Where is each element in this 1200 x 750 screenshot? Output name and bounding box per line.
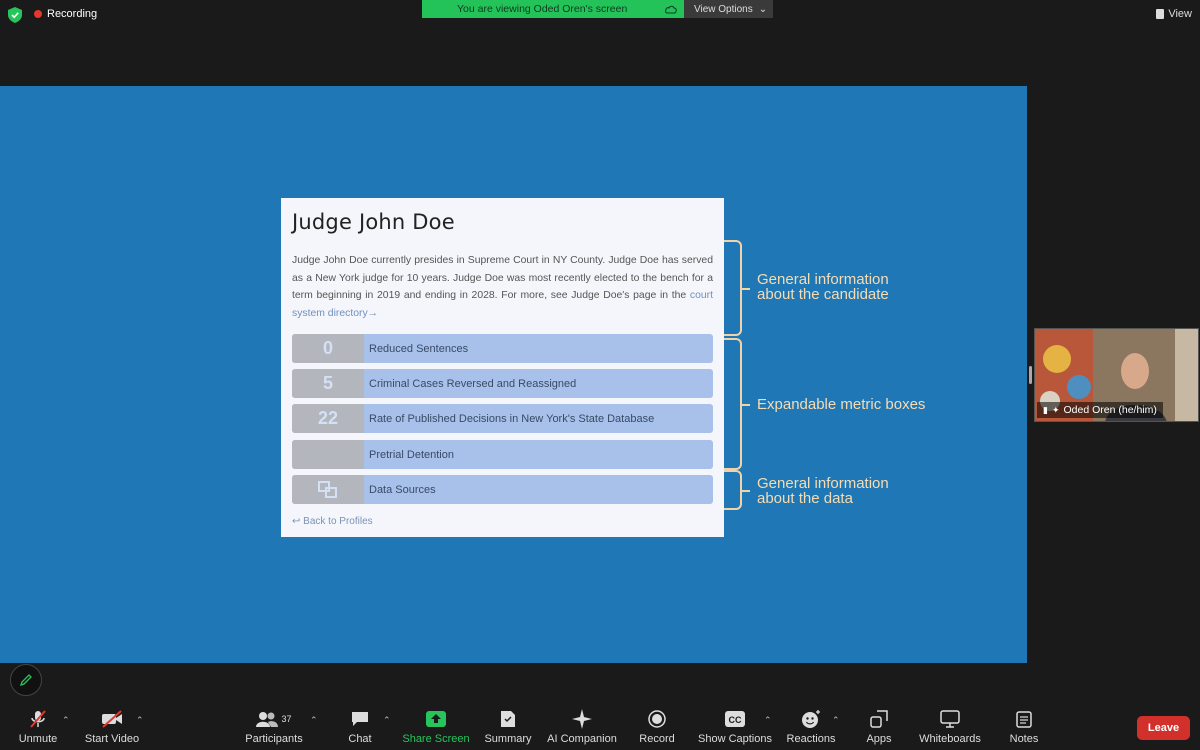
whiteboard-icon	[940, 708, 960, 730]
captions-cc-icon: CC	[725, 708, 745, 730]
chat-icon	[351, 708, 369, 730]
metric-box[interactable]: Data Sources	[292, 475, 713, 504]
apps-icon	[870, 708, 888, 730]
metric-box[interactable]: 22 Rate of Published Decisions in New Yo…	[292, 404, 713, 433]
participants-button[interactable]: 37 Participants	[244, 706, 304, 750]
notes-label: Notes	[1009, 733, 1039, 745]
panel-resize-handle[interactable]	[1029, 366, 1032, 384]
metric-number: 5	[292, 369, 364, 398]
start-video-button[interactable]: Start Video	[84, 706, 140, 750]
notes-icon	[1016, 708, 1032, 730]
reactions-button[interactable]: Reactions	[786, 706, 836, 750]
layout-icon	[1156, 9, 1165, 19]
pin-icon: ✦	[1051, 404, 1060, 415]
captions-options-caret-icon[interactable]: ⌃	[764, 715, 772, 726]
metric-label: Pretrial Detention	[369, 448, 454, 461]
pencil-icon	[19, 674, 32, 687]
view-button[interactable]: View	[1156, 8, 1192, 20]
bracket-general-info	[724, 240, 750, 336]
chat-options-caret-icon[interactable]: ⌃	[383, 715, 391, 726]
participant-name: Oded Oren (he/him)	[1063, 404, 1157, 416]
apps-label: Apps	[866, 733, 892, 745]
whiteboards-label: Whiteboards	[919, 733, 981, 745]
viewing-screen-banner: You are viewing Oded Oren's screen	[422, 0, 684, 18]
chat-label: Chat	[348, 733, 372, 745]
video-off-icon	[100, 708, 124, 730]
muted-mic-icon	[28, 708, 48, 730]
viewing-label: You are viewing Oded Oren's screen	[457, 3, 628, 15]
summary-button[interactable]: Summary	[484, 706, 532, 750]
video-options-caret-icon[interactable]: ⌃	[136, 715, 144, 726]
card-title: Judge John Doe	[292, 210, 455, 234]
show-captions-button[interactable]: CC Show Captions	[698, 706, 772, 750]
metric-box[interactable]: 5 Criminal Cases Reversed and Reassigned	[292, 369, 713, 398]
leave-button[interactable]: Leave	[1137, 716, 1190, 740]
judge-profile-card: Judge John Doe Judge John Doe currently …	[281, 198, 724, 537]
record-icon	[648, 708, 666, 730]
share-screen-icon	[426, 708, 446, 730]
participants-icon: 37	[256, 708, 292, 730]
ai-companion-button[interactable]: AI Companion	[546, 706, 618, 750]
participant-name-tag: ▮ ✦ Oded Oren (he/him)	[1037, 402, 1163, 418]
reactions-smiley-icon	[801, 708, 821, 730]
bracket-metric-boxes	[724, 338, 750, 470]
whiteboards-button[interactable]: Whiteboards	[918, 706, 982, 750]
metric-label: Criminal Cases Reversed and Reassigned	[369, 377, 577, 390]
chevron-down-icon: ⌄	[758, 3, 768, 15]
chat-button[interactable]: Chat	[344, 706, 376, 750]
annotation-general-info: General information about the candidate	[757, 271, 889, 303]
metric-number: 22	[292, 404, 364, 433]
apps-button[interactable]: Apps	[862, 706, 896, 750]
metric-label: Data Sources	[369, 483, 436, 496]
metric-number	[292, 440, 364, 469]
start-video-label: Start Video	[84, 733, 140, 745]
meeting-toolbar: Unmute ⌃ Start Video ⌃ 37 Participants ⌃…	[0, 706, 1200, 750]
ai-sparkle-icon	[572, 708, 592, 730]
view-options-dropdown[interactable]: View Options ⌄	[684, 0, 773, 18]
back-to-profiles-link[interactable]: ↩ Back to Profiles	[292, 516, 373, 527]
notes-button[interactable]: Notes	[1006, 706, 1042, 750]
participants-label: Participants	[245, 733, 303, 745]
data-sources-icon	[318, 480, 337, 498]
unmute-label: Unmute	[18, 733, 58, 745]
shared-screen-slide: Judge John Doe Judge John Doe currently …	[0, 86, 1027, 663]
record-label: Record	[639, 733, 675, 745]
annotate-pencil-button[interactable]	[10, 664, 42, 696]
participant-video-tile[interactable]: ▮ ✦ Oded Oren (he/him)	[1034, 328, 1199, 422]
view-label: View	[1168, 8, 1192, 20]
metric-number: 0	[292, 334, 364, 363]
unmute-button[interactable]: Unmute	[16, 706, 60, 750]
reactions-label: Reactions	[786, 733, 836, 745]
metric-box[interactable]: Pretrial Detention	[292, 440, 713, 469]
participants-count: 37	[281, 714, 292, 724]
audio-options-caret-icon[interactable]: ⌃	[62, 715, 70, 726]
record-button[interactable]: Record	[638, 706, 676, 750]
view-options-label: View Options	[694, 3, 753, 15]
security-shield-icon[interactable]	[8, 7, 22, 23]
card-intro-text: Judge John Doe currently presides in Sup…	[292, 255, 713, 301]
share-screen-button[interactable]: Share Screen	[402, 706, 470, 750]
metric-number	[292, 475, 364, 504]
annotation-metric-boxes: Expandable metric boxes	[757, 396, 926, 413]
cloud-icon	[665, 5, 677, 14]
show-captions-label: Show Captions	[698, 733, 772, 745]
svg-text:CC: CC	[729, 715, 742, 725]
ai-companion-label: AI Companion	[547, 733, 617, 745]
annotation-data-info: General information about the data	[757, 475, 889, 507]
metric-box[interactable]: 0 Reduced Sentences	[292, 334, 713, 363]
recording-indicator[interactable]: Recording	[34, 8, 97, 20]
reactions-options-caret-icon[interactable]: ⌃	[832, 715, 840, 726]
share-screen-label: Share Screen	[402, 733, 470, 745]
card-intro: Judge John Doe currently presides in Sup…	[292, 252, 713, 322]
summary-icon	[500, 708, 516, 730]
metric-label: Rate of Published Decisions in New York'…	[369, 412, 655, 425]
meeting-topbar: Recording You are viewing Oded Oren's sc…	[0, 0, 1200, 30]
recording-dot-icon	[34, 10, 42, 18]
bracket-data-info	[724, 470, 750, 510]
summary-label: Summary	[484, 733, 532, 745]
signal-strength-icon: ▮	[1043, 404, 1048, 415]
metric-label: Reduced Sentences	[369, 342, 469, 355]
recording-label: Recording	[47, 8, 98, 20]
participants-options-caret-icon[interactable]: ⌃	[310, 715, 318, 726]
